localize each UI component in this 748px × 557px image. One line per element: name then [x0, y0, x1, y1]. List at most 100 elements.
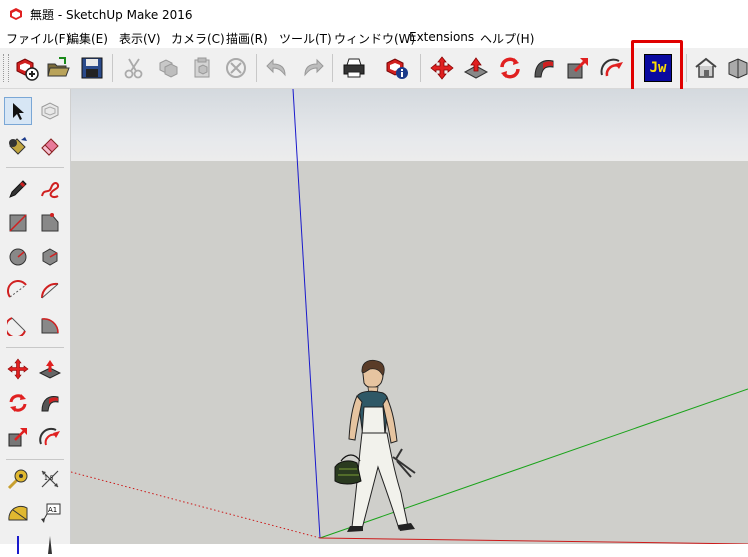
menu-extensions[interactable]: Extensions [409, 30, 474, 44]
toolbar-separator [332, 54, 333, 82]
paste-button[interactable] [188, 54, 216, 82]
cut-icon [124, 58, 143, 79]
axes-tool[interactable] [4, 529, 32, 557]
line-tool[interactable] [4, 175, 32, 203]
open-button[interactable] [44, 54, 72, 82]
freehand-tool[interactable] [36, 175, 64, 203]
arrow-cursor-icon [13, 103, 24, 120]
offset-icon [39, 427, 60, 446]
dimension-tool[interactable]: 1.5 [36, 465, 64, 493]
follow-me-button[interactable] [530, 54, 558, 82]
house-icon [695, 57, 717, 78]
toolbar-grip[interactable] [3, 54, 9, 82]
title-bar: 無題 - SketchUp Make 2016 [0, 0, 748, 28]
jw-highlight-frame [631, 40, 683, 92]
toolbar-separator [112, 54, 113, 82]
scale-figure[interactable] [334, 359, 416, 532]
arc-tool[interactable] [4, 277, 32, 305]
menu-window[interactable]: ウィンドウ(W) [334, 30, 415, 47]
rotate-button[interactable] [496, 54, 524, 82]
pie-tool[interactable] [36, 311, 64, 339]
warehouse-button[interactable] [692, 54, 720, 82]
print-icon [343, 58, 365, 78]
offset-button[interactable] [598, 54, 626, 82]
polygon-icon [42, 248, 58, 266]
erase-icon [226, 58, 246, 78]
move-tool[interactable] [4, 355, 32, 383]
palette-separator [6, 347, 64, 348]
svg-text:1.5: 1.5 [44, 475, 54, 482]
cut-button[interactable] [120, 54, 148, 82]
rotated-rectangle-icon [41, 213, 59, 232]
tape-measure-tool[interactable] [4, 465, 32, 493]
menu-edit[interactable]: 編集(E) [67, 30, 108, 47]
offset-icon [600, 58, 623, 77]
rectangle-tool[interactable] [4, 209, 32, 237]
pencil-icon [9, 180, 27, 198]
rotate-icon [9, 394, 27, 412]
two-point-arc-tool[interactable] [36, 277, 64, 305]
paint-bucket-tool[interactable] [4, 131, 32, 159]
copy-button[interactable] [154, 54, 182, 82]
menu-help[interactable]: ヘルプ(H) [480, 30, 534, 47]
text-tool[interactable]: A1 [36, 499, 64, 527]
window-title: 無題 - SketchUp Make 2016 [30, 8, 193, 22]
push-pull-tool[interactable] [36, 355, 64, 383]
circle-tool[interactable] [4, 243, 32, 271]
push-pull-button[interactable] [462, 54, 490, 82]
rectangle-icon [9, 214, 27, 232]
new-button[interactable] [12, 54, 40, 82]
offset-tool[interactable] [36, 423, 64, 451]
erase-button[interactable] [222, 54, 250, 82]
arc-icon [7, 280, 27, 298]
scale-button[interactable] [564, 54, 592, 82]
palette-separator [6, 167, 64, 168]
redo-button[interactable] [298, 54, 326, 82]
move-icon [430, 56, 454, 80]
menu-draw[interactable]: 描画(R) [226, 30, 268, 47]
follow-me-icon [534, 60, 554, 78]
move-button[interactable] [428, 54, 456, 82]
red-axis [319, 537, 748, 544]
follow-me-tool[interactable] [36, 389, 64, 417]
red-axis-negative [71, 471, 321, 539]
3d-text-tool[interactable] [36, 529, 64, 557]
scale-icon [567, 57, 589, 79]
open-icon [47, 57, 70, 77]
3d-viewport[interactable] [71, 89, 748, 544]
box-icon [728, 58, 748, 79]
rotate-tool[interactable] [4, 389, 32, 417]
polygon-tool[interactable] [36, 243, 64, 271]
protractor-tool[interactable] [4, 499, 32, 527]
undo-icon [266, 58, 286, 77]
model-info-icon [386, 58, 408, 79]
print-button[interactable] [340, 54, 368, 82]
eraser-tool[interactable] [36, 131, 64, 159]
blue-axis [292, 89, 321, 539]
menu-camera[interactable]: カメラ(C) [171, 30, 225, 47]
save-icon [81, 57, 103, 79]
eraser-icon [41, 138, 59, 156]
tape-measure-icon [7, 469, 28, 490]
move-icon [7, 358, 29, 380]
model-info-button[interactable] [383, 54, 411, 82]
make-component-tool[interactable] [36, 97, 64, 125]
follow-me-icon [41, 396, 59, 412]
menu-view[interactable]: 表示(V) [119, 30, 161, 47]
protractor-icon [8, 505, 28, 521]
rotated-rectangle-tool[interactable] [36, 209, 64, 237]
sketchup-logo-icon [10, 8, 22, 20]
pie-icon [41, 318, 59, 334]
freehand-icon [41, 182, 60, 198]
menu-tools[interactable]: ツール(T) [279, 30, 332, 47]
select-tool[interactable] [4, 97, 32, 125]
3d-text-icon [48, 536, 52, 554]
scale-tool[interactable] [4, 423, 32, 451]
save-button[interactable] [78, 54, 106, 82]
components-button[interactable] [724, 54, 748, 82]
three-point-arc-tool[interactable] [4, 311, 32, 339]
menu-file[interactable]: ファイル(F) [6, 30, 70, 47]
undo-button[interactable] [264, 54, 292, 82]
axes-icon [17, 536, 19, 554]
circle-icon [9, 248, 27, 266]
